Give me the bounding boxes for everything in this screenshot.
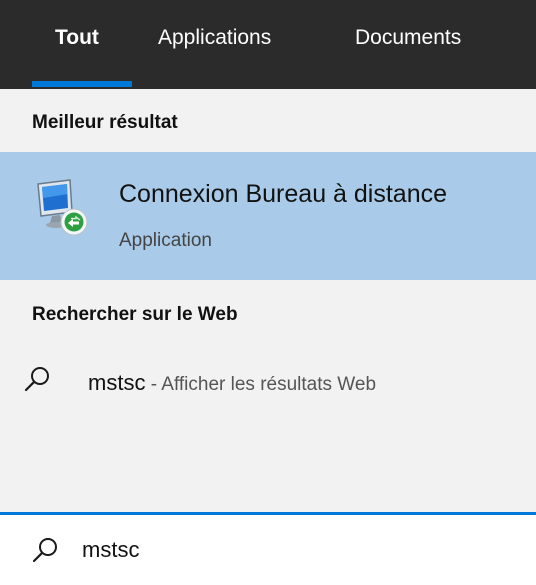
web-search-text: mstsc - Afficher les résultats Web	[88, 370, 376, 396]
web-search-query: mstsc	[88, 370, 146, 395]
tab-bar: Tout Applications Documents	[0, 0, 536, 89]
best-result-item[interactable]: Connexion Bureau à distance Application	[0, 152, 536, 280]
search-icon	[24, 367, 49, 392]
search-input[interactable]: mstsc	[82, 537, 139, 563]
web-search-item[interactable]: mstsc - Afficher les résultats Web	[0, 350, 536, 420]
active-tab-indicator	[32, 81, 132, 87]
search-icon	[32, 538, 57, 563]
best-result-header: Meilleur résultat	[32, 112, 178, 133]
best-result-name: Connexion Bureau à distance	[119, 180, 448, 208]
best-result-type: Application	[119, 230, 212, 251]
search-box[interactable]: mstsc	[0, 512, 536, 585]
tab-applications[interactable]: Applications	[158, 0, 271, 89]
tab-documents[interactable]: Documents	[355, 0, 461, 89]
search-panel: Tout Applications Documents Meilleur rés…	[0, 0, 536, 585]
tab-tout[interactable]: Tout	[55, 0, 99, 89]
web-search-hint: Afficher les résultats Web	[161, 374, 377, 395]
web-search-separator: -	[145, 374, 162, 395]
web-search-header: Rechercher sur le Web	[32, 304, 238, 325]
remote-desktop-icon	[37, 179, 88, 236]
